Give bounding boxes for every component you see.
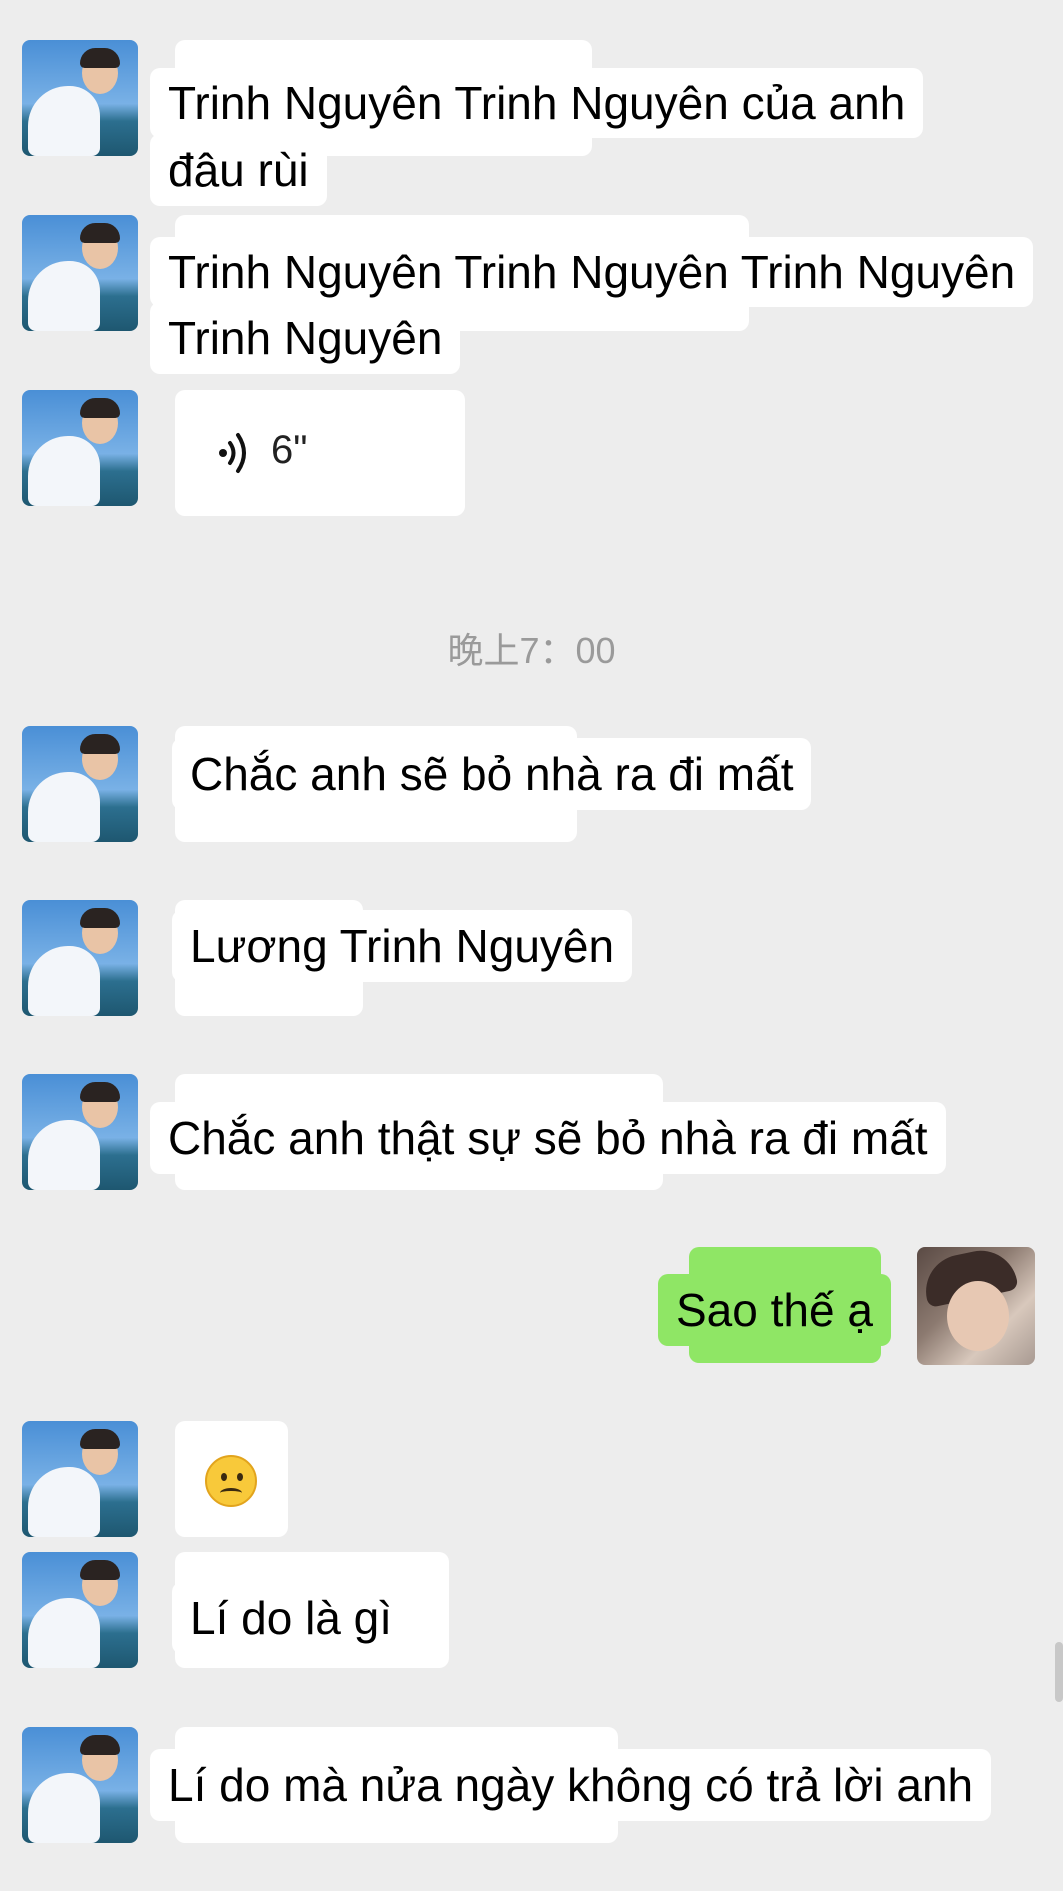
voice-message[interactable]: 6" — [175, 390, 465, 516]
message-text[interactable]: Lí do là gì — [172, 1582, 411, 1654]
contact-avatar[interactable] — [22, 1074, 138, 1190]
voice-wave-icon — [219, 433, 246, 473]
message-text[interactable]: Chắc anh thật sự sẽ bỏ nhà ra đi mất — [150, 1102, 946, 1174]
message-text[interactable]: đâu rùi — [150, 134, 327, 206]
message-text[interactable]: Trinh Nguyên Trinh Nguyên của anh — [150, 68, 924, 138]
message-text[interactable]: Trinh Nguyên Trinh Nguyên Trinh Nguyên — [150, 237, 1034, 307]
contact-avatar[interactable] — [22, 726, 138, 842]
contact-avatar[interactable] — [22, 1727, 138, 1843]
contact-avatar[interactable] — [22, 390, 138, 506]
message-text[interactable]: Trinh Nguyên — [150, 302, 461, 374]
emoji-message[interactable] — [175, 1421, 288, 1537]
message-text[interactable]: Chắc anh sẽ bỏ nhà ra đi mất — [172, 738, 812, 810]
message-text[interactable]: Lương Trinh Nguyên — [172, 910, 633, 982]
contact-avatar[interactable] — [22, 900, 138, 1016]
scrollbar[interactable] — [1055, 1642, 1063, 1702]
contact-avatar[interactable] — [22, 40, 138, 156]
contact-avatar[interactable] — [22, 1552, 138, 1668]
my-message-text[interactable]: Sao thế ạ — [658, 1274, 891, 1346]
contact-avatar[interactable] — [22, 1421, 138, 1537]
message-text[interactable]: Lí do mà nửa ngày không có trả lời anh — [150, 1749, 992, 1821]
timestamp: 晚上7：00 — [447, 630, 616, 671]
contact-avatar[interactable] — [22, 215, 138, 331]
sad-face-icon — [205, 1455, 257, 1507]
my-avatar[interactable] — [917, 1247, 1035, 1365]
voice-duration: 6" — [271, 428, 308, 472]
